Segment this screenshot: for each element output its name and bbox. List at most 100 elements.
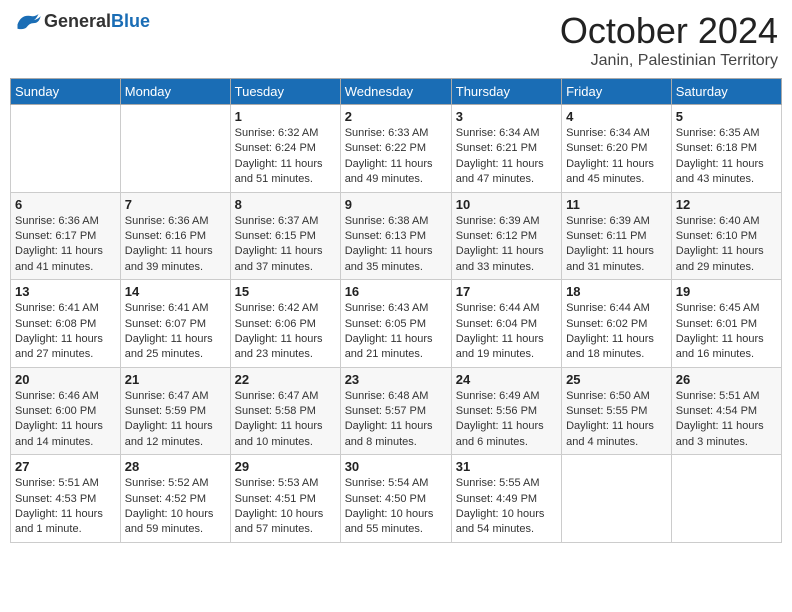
day-number: 1 bbox=[235, 109, 336, 124]
day-number: 9 bbox=[345, 197, 447, 212]
day-info: Sunrise: 6:39 AM Sunset: 6:11 PM Dayligh… bbox=[566, 214, 667, 276]
day-number: 8 bbox=[235, 197, 336, 212]
day-number: 20 bbox=[15, 372, 116, 387]
page-header: GeneralBlue October 2024 Janin, Palestin… bbox=[10, 10, 782, 70]
day-info: Sunrise: 6:50 AM Sunset: 5:55 PM Dayligh… bbox=[566, 389, 667, 451]
location-title: Janin, Palestinian Territory bbox=[560, 52, 778, 70]
table-row: 1Sunrise: 6:32 AM Sunset: 6:24 PM Daylig… bbox=[230, 105, 340, 193]
table-row: 15 Sunrise: 6:42 AM Sunset: 6:06 PM Dayli… bbox=[230, 280, 340, 368]
day-number: 11 bbox=[566, 197, 667, 212]
day-number: 15 bbox=[235, 284, 336, 299]
day-info: Sunrise: 5:51 AM Sunset: 4:53 PM Dayligh… bbox=[15, 476, 116, 538]
table-row: 17 Sunrise: 6:44 AM Sunset: 6:04 PM Dayli… bbox=[451, 280, 561, 368]
table-row: 3 Sunrise: 6:34 AM Sunset: 6:21 PM Daylig… bbox=[451, 105, 561, 193]
table-row: 25 Sunrise: 6:50 AM Sunset: 5:55 PM Dayli… bbox=[562, 367, 672, 455]
day-number: 23 bbox=[345, 372, 447, 387]
day-info: Sunrise: 6:42 AM Sunset: 6:06 PM Dayligh… bbox=[235, 301, 336, 363]
day-header-wednesday: Wednesday bbox=[340, 79, 451, 105]
day-info: Sunrise: 6:47 AM Sunset: 5:58 PM Dayligh… bbox=[235, 389, 336, 451]
day-info: Sunrise: 6:41 AM Sunset: 6:08 PM Dayligh… bbox=[15, 301, 116, 363]
table-row bbox=[120, 105, 230, 193]
table-row: 6 Sunrise: 6:36 AM Sunset: 6:17 PM Daylig… bbox=[11, 192, 121, 280]
day-info: Sunrise: 5:54 AM Sunset: 4:50 PM Dayligh… bbox=[345, 476, 447, 538]
table-row: 30Sunrise: 5:54 AM Sunset: 4:50 PM Dayli… bbox=[340, 455, 451, 543]
table-row: 13 Sunrise: 6:41 AM Sunset: 6:08 PM Dayli… bbox=[11, 280, 121, 368]
table-row: 18Sunrise: 6:44 AM Sunset: 6:02 PM Dayli… bbox=[562, 280, 672, 368]
day-info: Sunrise: 5:53 AM Sunset: 4:51 PM Dayligh… bbox=[235, 476, 336, 538]
table-row: 12Sunrise: 6:40 AM Sunset: 6:10 PM Dayli… bbox=[671, 192, 781, 280]
table-row: 24 Sunrise: 6:49 AM Sunset: 5:56 PM Dayli… bbox=[451, 367, 561, 455]
day-number: 27 bbox=[15, 459, 116, 474]
day-number: 31 bbox=[456, 459, 557, 474]
calendar-week-3: 13 Sunrise: 6:41 AM Sunset: 6:08 PM Dayli… bbox=[11, 280, 782, 368]
day-info: Sunrise: 6:46 AM Sunset: 6:00 PM Dayligh… bbox=[15, 389, 116, 451]
logo-blue-text: Blue bbox=[111, 11, 150, 31]
table-row: 27 Sunrise: 5:51 AM Sunset: 4:53 PM Dayli… bbox=[11, 455, 121, 543]
day-number: 17 bbox=[456, 284, 557, 299]
table-row bbox=[671, 455, 781, 543]
day-number: 24 bbox=[456, 372, 557, 387]
table-row: 5 Sunrise: 6:35 AM Sunset: 6:18 PM Daylig… bbox=[671, 105, 781, 193]
table-row: 10Sunrise: 6:39 AM Sunset: 6:12 PM Dayli… bbox=[451, 192, 561, 280]
logo-bird-icon bbox=[14, 10, 42, 32]
table-row: 21Sunrise: 6:47 AM Sunset: 5:59 PM Dayli… bbox=[120, 367, 230, 455]
table-row: 22 Sunrise: 6:47 AM Sunset: 5:58 PM Dayli… bbox=[230, 367, 340, 455]
table-row: 29 Sunrise: 5:53 AM Sunset: 4:51 PM Dayli… bbox=[230, 455, 340, 543]
table-row: 14Sunrise: 6:41 AM Sunset: 6:07 PM Dayli… bbox=[120, 280, 230, 368]
day-number: 7 bbox=[125, 197, 226, 212]
day-number: 10 bbox=[456, 197, 557, 212]
day-number: 3 bbox=[456, 109, 557, 124]
day-info: Sunrise: 6:38 AM Sunset: 6:13 PM Dayligh… bbox=[345, 214, 447, 276]
logo: GeneralBlue bbox=[14, 10, 150, 32]
day-number: 16 bbox=[345, 284, 447, 299]
table-row: 23 Sunrise: 6:48 AM Sunset: 5:57 PM Dayli… bbox=[340, 367, 451, 455]
day-info: Sunrise: 6:36 AM Sunset: 6:17 PM Dayligh… bbox=[15, 214, 116, 276]
table-row: 20 Sunrise: 6:46 AM Sunset: 6:00 PM Dayli… bbox=[11, 367, 121, 455]
day-number: 21 bbox=[125, 372, 226, 387]
day-number: 26 bbox=[676, 372, 777, 387]
day-info: Sunrise: 6:41 AM Sunset: 6:07 PM Dayligh… bbox=[125, 301, 226, 363]
calendar-header-row: SundayMondayTuesdayWednesdayThursdayFrid… bbox=[11, 79, 782, 105]
day-number: 5 bbox=[676, 109, 777, 124]
day-number: 2 bbox=[345, 109, 447, 124]
day-info: Sunrise: 6:45 AM Sunset: 6:01 PM Dayligh… bbox=[676, 301, 777, 363]
day-info: Sunrise: 6:43 AM Sunset: 6:05 PM Dayligh… bbox=[345, 301, 447, 363]
table-row: 26 Sunrise: 5:51 AM Sunset: 4:54 PM Dayli… bbox=[671, 367, 781, 455]
day-info: Sunrise: 5:55 AM Sunset: 4:49 PM Dayligh… bbox=[456, 476, 557, 538]
day-number: 19 bbox=[676, 284, 777, 299]
day-info: Sunrise: 5:51 AM Sunset: 4:54 PM Dayligh… bbox=[676, 389, 777, 451]
day-header-thursday: Thursday bbox=[451, 79, 561, 105]
table-row bbox=[11, 105, 121, 193]
day-number: 13 bbox=[15, 284, 116, 299]
table-row: 16 Sunrise: 6:43 AM Sunset: 6:05 PM Dayli… bbox=[340, 280, 451, 368]
day-info: Sunrise: 5:52 AM Sunset: 4:52 PM Dayligh… bbox=[125, 476, 226, 538]
day-info: Sunrise: 6:49 AM Sunset: 5:56 PM Dayligh… bbox=[456, 389, 557, 451]
table-row: 19 Sunrise: 6:45 AM Sunset: 6:01 PM Dayli… bbox=[671, 280, 781, 368]
day-number: 22 bbox=[235, 372, 336, 387]
day-info: Sunrise: 6:34 AM Sunset: 6:20 PM Dayligh… bbox=[566, 126, 667, 188]
day-header-saturday: Saturday bbox=[671, 79, 781, 105]
table-row: 7 Sunrise: 6:36 AM Sunset: 6:16 PM Daylig… bbox=[120, 192, 230, 280]
table-row: 11 Sunrise: 6:39 AM Sunset: 6:11 PM Dayli… bbox=[562, 192, 672, 280]
day-info: Sunrise: 6:44 AM Sunset: 6:04 PM Dayligh… bbox=[456, 301, 557, 363]
day-number: 12 bbox=[676, 197, 777, 212]
day-info: Sunrise: 6:37 AM Sunset: 6:15 PM Dayligh… bbox=[235, 214, 336, 276]
day-info: Sunrise: 6:36 AM Sunset: 6:16 PM Dayligh… bbox=[125, 214, 226, 276]
day-number: 25 bbox=[566, 372, 667, 387]
day-header-tuesday: Tuesday bbox=[230, 79, 340, 105]
calendar-week-4: 20 Sunrise: 6:46 AM Sunset: 6:00 PM Dayli… bbox=[11, 367, 782, 455]
table-row: 4 Sunrise: 6:34 AM Sunset: 6:20 PM Daylig… bbox=[562, 105, 672, 193]
day-info: Sunrise: 6:34 AM Sunset: 6:21 PM Dayligh… bbox=[456, 126, 557, 188]
day-number: 4 bbox=[566, 109, 667, 124]
day-info: Sunrise: 6:44 AM Sunset: 6:02 PM Dayligh… bbox=[566, 301, 667, 363]
logo-general-text: General bbox=[44, 11, 111, 31]
month-title: October 2024 bbox=[560, 10, 778, 52]
day-info: Sunrise: 6:48 AM Sunset: 5:57 PM Dayligh… bbox=[345, 389, 447, 451]
day-number: 6 bbox=[15, 197, 116, 212]
day-number: 29 bbox=[235, 459, 336, 474]
day-header-monday: Monday bbox=[120, 79, 230, 105]
day-number: 28 bbox=[125, 459, 226, 474]
day-info: Sunrise: 6:35 AM Sunset: 6:18 PM Dayligh… bbox=[676, 126, 777, 188]
table-row: 2Sunrise: 6:33 AM Sunset: 6:22 PM Daylig… bbox=[340, 105, 451, 193]
calendar-week-1: 1Sunrise: 6:32 AM Sunset: 6:24 PM Daylig… bbox=[11, 105, 782, 193]
